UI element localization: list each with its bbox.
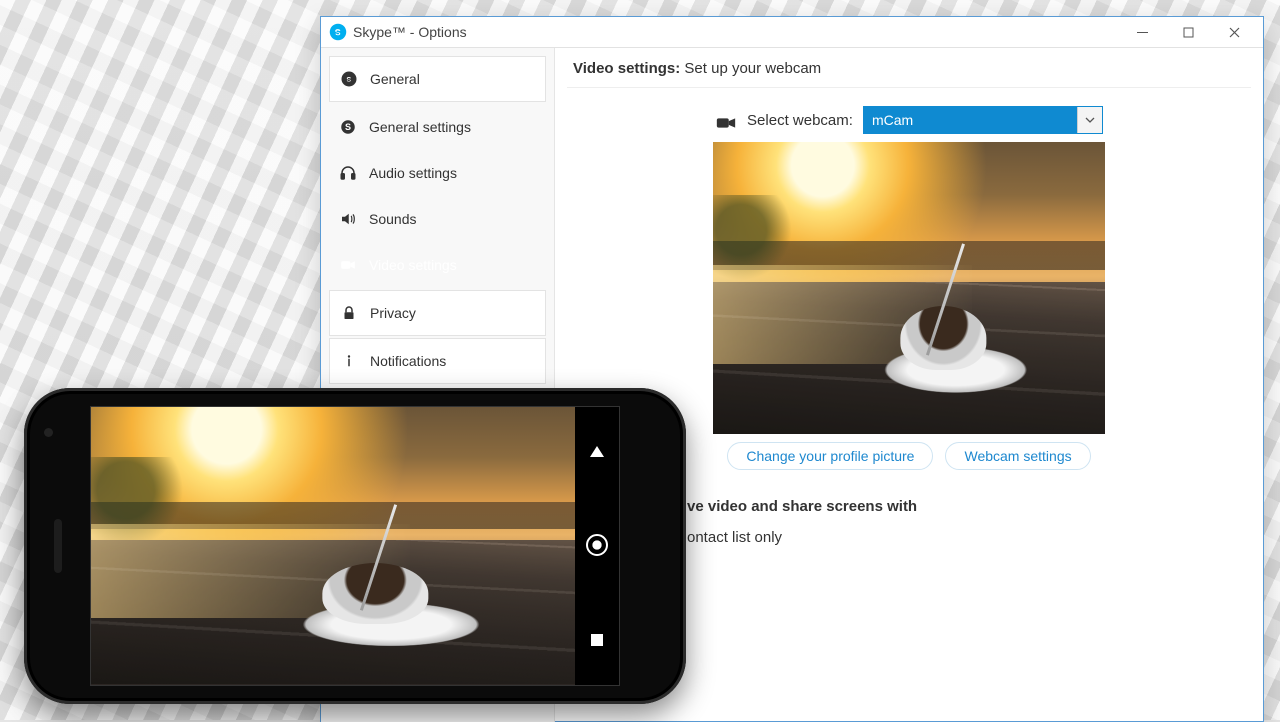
speaker-icon	[339, 210, 357, 228]
video-icon	[339, 256, 357, 274]
shutter-button[interactable]	[586, 534, 608, 556]
sidebar-item-audio-settings[interactable]: Audio settings	[329, 150, 546, 196]
titlebar[interactable]: Skype™ - Options	[321, 17, 1263, 48]
phone-screen	[90, 406, 620, 686]
select-webcam-label: Select webcam:	[747, 112, 853, 129]
sidebar-item-label: Video settings	[369, 257, 457, 273]
sidebar-item-general-settings[interactable]: S General settings	[329, 104, 546, 150]
section-heading: Video settings: Set up your webcam	[567, 48, 1251, 88]
phone-front-camera	[44, 428, 53, 437]
section-heading-bold: Video settings:	[573, 60, 680, 77]
phone-mockup	[24, 388, 686, 704]
sidebar-item-label: Notifications	[370, 353, 446, 369]
webcam-select[interactable]: mCam	[863, 106, 1103, 134]
sidebar-item-label: Audio settings	[369, 165, 457, 181]
sidebar-item-video-settings[interactable]: Video settings	[329, 242, 546, 288]
window-buttons	[1119, 17, 1257, 47]
phone-speaker	[54, 519, 62, 573]
change-profile-picture-button[interactable]: Change your profile picture	[727, 442, 933, 470]
video-icon	[715, 112, 737, 128]
sidebar-item-label: Privacy	[370, 305, 416, 321]
sidebar-item-sounds[interactable]: Sounds	[329, 196, 546, 242]
skype-icon	[340, 70, 358, 88]
flash-toggle-icon[interactable]	[590, 446, 604, 457]
skype-icon: S	[339, 118, 357, 136]
sidebar-item-privacy[interactable]: Privacy	[329, 290, 546, 336]
lock-icon	[340, 304, 358, 322]
webcam-preview	[713, 142, 1105, 434]
svg-text:S: S	[345, 122, 351, 132]
chevron-down-icon	[1077, 107, 1102, 133]
webcam-select-value: mCam	[864, 107, 1078, 133]
camera-viewfinder	[91, 407, 575, 685]
window-title: Skype™ - Options	[353, 24, 467, 40]
stop-icon[interactable]	[591, 634, 603, 646]
skype-logo-icon	[329, 23, 347, 41]
minimize-button[interactable]	[1119, 17, 1165, 47]
sidebar-item-label: Sounds	[369, 211, 416, 227]
webcam-settings-button[interactable]: Webcam settings	[945, 442, 1090, 470]
close-button[interactable]	[1211, 17, 1257, 47]
maximize-button[interactable]	[1165, 17, 1211, 47]
section-heading-rest: Set up your webcam	[684, 60, 821, 77]
sidebar-header-label: General	[370, 71, 420, 87]
select-webcam-row: Select webcam: mCam	[567, 106, 1251, 134]
camera-controls	[575, 407, 619, 685]
sidebar-header-general[interactable]: General	[329, 56, 546, 102]
sidebar-item-label: General settings	[369, 119, 471, 135]
info-icon	[340, 352, 358, 370]
headphones-icon	[339, 164, 357, 182]
sidebar-item-notifications[interactable]: Notifications	[329, 338, 546, 384]
